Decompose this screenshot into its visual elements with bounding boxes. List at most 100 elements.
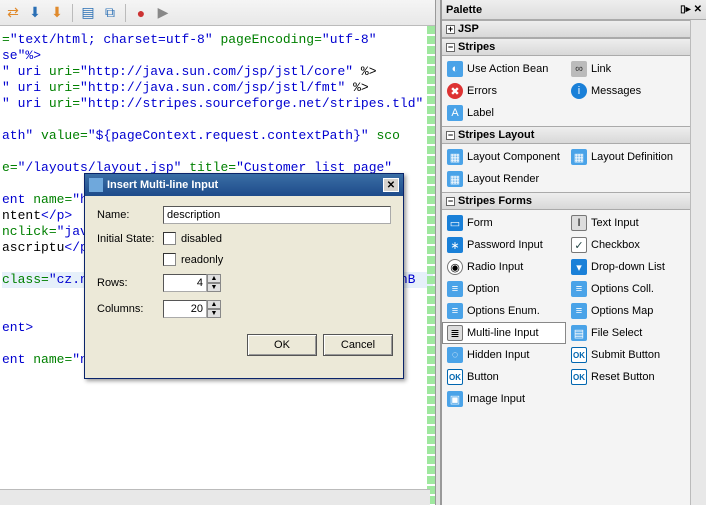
name-input[interactable] [163,206,391,224]
columns-label: Columns: [97,303,163,315]
palette-close-icon[interactable]: ✕ [694,4,702,15]
palette-item-hidden-input[interactable]: ◌Hidden Input [442,344,566,366]
palette-item-option[interactable]: ≡Option [442,278,566,300]
layout-icon: ▦ [447,171,463,187]
palette-title-bar: Palette ▯▸ ✕ [442,0,706,20]
layout-icon: ▦ [571,149,587,165]
palette-item-image-input[interactable]: ▣Image Input [442,388,566,410]
category-label: Stripes [458,41,495,53]
dialog-title-bar[interactable]: Insert Multi-line Input ✕ [85,174,403,196]
insert-multiline-dialog: Insert Multi-line Input ✕ Name: Initial … [84,173,404,379]
swap-icon[interactable]: ⇄ [4,4,22,22]
readonly-checkbox[interactable] [163,253,176,266]
page-stack-icon[interactable]: ▤ [79,4,97,22]
record-icon[interactable]: ● [132,4,150,22]
palette-item-file-select[interactable]: ▤File Select [566,322,690,344]
category-stripes-layout[interactable]: Stripes Layout [442,126,690,144]
cancel-button[interactable]: Cancel [323,334,393,356]
play-icon[interactable]: ▶ [154,4,172,22]
palette-title: Palette [446,4,482,16]
layout-items: ▦Layout Component ▦Layout Definition ▦La… [442,144,690,192]
dropdown-icon: ▾ [571,259,587,275]
diff-gutter [427,26,435,505]
palette-item-reset-button[interactable]: OKReset Button [566,366,690,388]
palette-item-layout-definition[interactable]: ▦Layout Definition [566,146,690,168]
name-label: Name: [97,209,163,221]
radio-icon: ◉ [447,259,463,275]
separator [72,4,73,22]
label-icon: A [447,105,463,121]
palette-item-link[interactable]: ∞Link [566,58,690,80]
cols-down[interactable]: ▼ [207,309,221,318]
option-icon: ≡ [447,281,463,297]
cols-up[interactable]: ▲ [207,300,221,309]
palette-item-use-action-bean[interactable]: ◐Use Action Bean [442,58,566,80]
initial-state-label: Initial State: [97,233,163,245]
palette-item-checkbox[interactable]: ✓Checkbox [566,234,690,256]
columns-input[interactable] [163,300,207,318]
rows-down[interactable]: ▼ [207,283,221,292]
collapse-icon[interactable] [446,131,455,140]
category-label: Stripes Layout [458,129,534,141]
bean-icon: ◐ [447,61,463,77]
palette-item-text-input[interactable]: IText Input [566,212,690,234]
arrow-down-orange-icon[interactable]: ⬇ [48,4,66,22]
disabled-label: disabled [181,233,222,245]
text-input-icon: I [571,215,587,231]
readonly-label: readonly [181,254,223,266]
submit-icon: OK [571,347,587,363]
palette-item-options-enum[interactable]: ≡Options Enum. [442,300,566,322]
reset-icon: OK [571,369,587,385]
arrow-down-blue-icon[interactable]: ⬇ [26,4,44,22]
palette-item-form[interactable]: ▭Form [442,212,566,234]
collapse-icon[interactable] [446,43,455,52]
palette-item-submit-button[interactable]: OKSubmit Button [566,344,690,366]
password-icon: ∗ [447,237,463,253]
stripes-items: ◐Use Action Bean ∞Link ✖Errors iMessages… [442,56,690,126]
horizontal-scrollbar[interactable] [0,489,430,505]
palette-item-dropdown[interactable]: ▾Drop-down List [566,256,690,278]
category-label: JSP [458,23,479,35]
dialog-title: Insert Multi-line Input [107,179,218,191]
dialog-icon [89,178,103,192]
palette-item-button[interactable]: OKButton [442,366,566,388]
palette-item-errors[interactable]: ✖Errors [442,80,566,102]
expand-icon[interactable] [446,25,455,34]
palette-minimize-icon[interactable]: ▯▸ [680,4,691,15]
button-icon: OK [447,369,463,385]
link-icon: ∞ [571,61,587,77]
category-label: Stripes Forms [458,195,532,207]
palette-panel: Palette ▯▸ ✕ JSP Stripes ◐Use Action Bea… [441,0,706,505]
dialog-body: Name: Initial State: disabled readonly R… [85,196,403,328]
palette-item-layout-render[interactable]: ▦Layout Render [442,168,566,190]
palette-item-multi-line-input[interactable]: ≣Multi-line Input [442,322,566,344]
category-stripes[interactable]: Stripes [442,38,690,56]
checkbox-icon: ✓ [571,237,587,253]
separator [125,4,126,22]
file-icon: ▤ [571,325,587,341]
forms-items: ▭Form IText Input ∗Password Input ✓Check… [442,210,690,412]
palette-item-messages[interactable]: iMessages [566,80,690,102]
hidden-icon: ◌ [447,347,463,363]
ok-button[interactable]: OK [247,334,317,356]
info-icon: i [571,83,587,99]
palette-item-radio-input[interactable]: ◉Radio Input [442,256,566,278]
rows-up[interactable]: ▲ [207,274,221,283]
palette-scrollbar[interactable] [690,20,706,505]
palette-item-layout-component[interactable]: ▦Layout Component [442,146,566,168]
category-jsp[interactable]: JSP [442,20,690,38]
layout-icon: ▦ [447,149,463,165]
category-stripes-forms[interactable]: Stripes Forms [442,192,690,210]
palette-item-options-map[interactable]: ≡Options Map [566,300,690,322]
palette-item-label[interactable]: ALabel [442,102,566,124]
collapse-icon[interactable] [446,197,455,206]
palette-item-options-coll[interactable]: ≡Options Coll. [566,278,690,300]
rows-label: Rows: [97,277,163,289]
form-icon: ▭ [447,215,463,231]
disabled-checkbox[interactable] [163,232,176,245]
rows-input[interactable] [163,274,207,292]
close-button[interactable]: ✕ [383,178,399,192]
page-swap-icon[interactable]: ⧉ [101,4,119,22]
palette-item-password-input[interactable]: ∗Password Input [442,234,566,256]
option-icon: ≡ [571,303,587,319]
